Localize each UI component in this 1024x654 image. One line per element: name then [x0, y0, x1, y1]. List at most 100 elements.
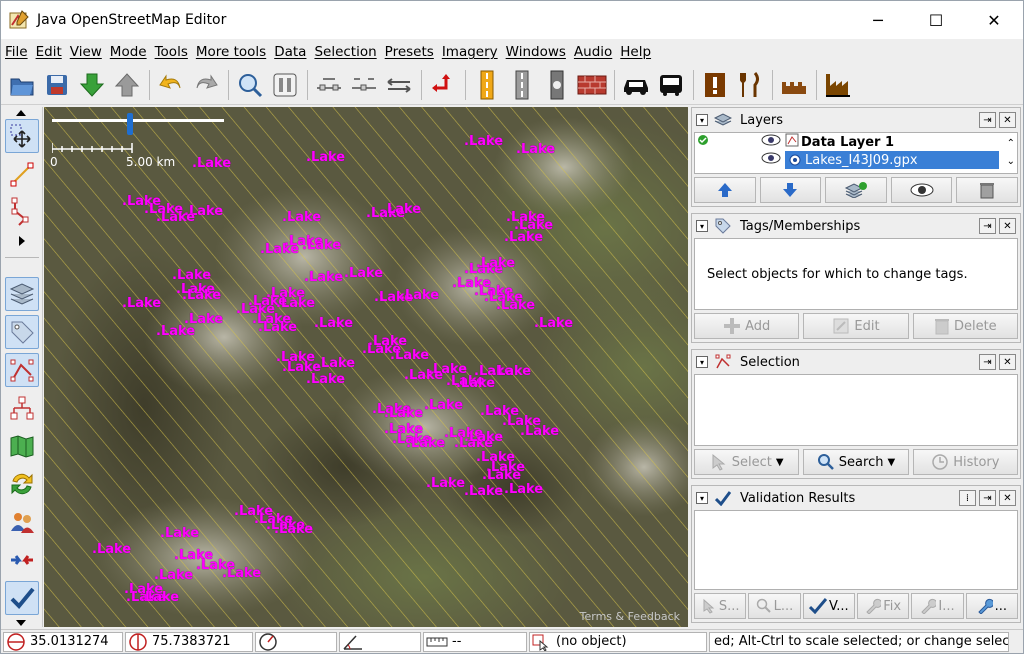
preferences-button[interactable]: [268, 68, 302, 102]
lake-label[interactable]: .Lake: [306, 151, 345, 165]
validation-zoom-button[interactable]: L...: [748, 593, 801, 619]
lake-label[interactable]: .Lake: [154, 569, 193, 583]
lake-label[interactable]: .Lake: [192, 157, 231, 171]
collapse-icon[interactable]: ▾: [696, 220, 708, 232]
split-way-button[interactable]: [312, 68, 346, 102]
lake-label[interactable]: .Lake: [156, 325, 195, 339]
redo-button[interactable]: [189, 68, 223, 102]
select-mode-button[interactable]: [5, 119, 39, 153]
lake-label[interactable]: .Lake: [316, 357, 355, 371]
lake-label[interactable]: .Lake: [306, 373, 345, 387]
lake-label[interactable]: .Lake: [406, 437, 445, 451]
zoom-button[interactable]: [233, 68, 267, 102]
toggle-authors-button[interactable]: [5, 505, 39, 539]
layer-row[interactable]: Data Layer 1: [695, 133, 1017, 151]
menu-data[interactable]: Data: [270, 44, 310, 60]
upload-button[interactable]: [110, 68, 144, 102]
draw-mode-button[interactable]: [5, 157, 39, 191]
layer-list-scroll-icon[interactable]: ⌃ ⌄: [1007, 135, 1015, 171]
maximize-button[interactable]: ☐: [907, 1, 965, 39]
add-tag-button[interactable]: Add: [694, 313, 800, 339]
lake-label[interactable]: .Lake: [464, 135, 503, 149]
lake-label[interactable]: .Lake: [282, 211, 321, 225]
validate-button[interactable]: V...: [802, 593, 855, 619]
menu-mode[interactable]: Mode: [106, 44, 151, 60]
menu-selection[interactable]: Selection: [310, 44, 380, 60]
lake-label[interactable]: .Lake: [258, 321, 297, 335]
menu-presets[interactable]: Presets: [381, 44, 438, 60]
toolbox-scroll-down-icon[interactable]: [15, 617, 27, 627]
visibility-eye-icon[interactable]: [761, 134, 781, 150]
lake-label[interactable]: .Lake: [464, 485, 503, 499]
preset-car-button[interactable]: [619, 68, 653, 102]
toolbox-expand-icon[interactable]: [17, 235, 27, 247]
lake-label[interactable]: .Lake: [304, 271, 343, 285]
improve-way-button[interactable]: [5, 195, 39, 229]
move-layer-down-button[interactable]: [759, 177, 822, 203]
edit-tag-button[interactable]: Edit: [803, 313, 909, 339]
lake-label[interactable]: .Lake: [534, 317, 573, 331]
lake-label[interactable]: .Lake: [92, 543, 131, 557]
toggle-changesets-button[interactable]: [5, 543, 39, 577]
dock-pin-icon[interactable]: ⇥: [979, 354, 996, 370]
history-button[interactable]: History: [912, 449, 1018, 475]
dock-pin-icon[interactable]: ⇥: [979, 218, 996, 234]
dock-pin-icon[interactable]: ⇥: [979, 112, 996, 128]
lake-label[interactable]: .Lake: [160, 527, 199, 541]
select-button[interactable]: Select ▼: [694, 449, 800, 475]
lake-label[interactable]: .Lake: [276, 297, 315, 311]
lake-label[interactable]: .Lake: [400, 289, 439, 303]
lake-label[interactable]: .Lake: [464, 431, 503, 445]
menu-more-tools[interactable]: More tools: [192, 44, 270, 60]
validation-results-list[interactable]: [694, 510, 1018, 590]
menu-audio[interactable]: Audio: [570, 44, 616, 60]
fix-button[interactable]: Fix: [856, 593, 910, 619]
lake-label[interactable]: .Lake: [156, 211, 195, 225]
preset-highway-button[interactable]: [470, 68, 504, 102]
preset-restaurant-button[interactable]: [733, 68, 767, 102]
lake-label[interactable]: .Lake: [314, 317, 353, 331]
lake-label[interactable]: .Lake: [182, 289, 221, 303]
undo-button[interactable]: [154, 68, 188, 102]
toolbox-scroll-up-icon[interactable]: [15, 107, 27, 117]
lake-label[interactable]: .Lake: [520, 425, 559, 439]
preset-track-button[interactable]: [540, 68, 574, 102]
menu-file[interactable]: File: [1, 44, 32, 60]
layer-row[interactable]: Lakes_I43J09.gpx: [695, 151, 1017, 169]
lake-label[interactable]: .Lake: [424, 399, 463, 413]
panel-settings-icon[interactable]: ⁞: [959, 490, 976, 506]
toggle-selection-button[interactable]: [5, 353, 39, 387]
menu-windows[interactable]: Windows: [502, 44, 570, 60]
lake-label[interactable]: .Lake: [302, 239, 341, 253]
selection-list[interactable]: [694, 374, 1018, 446]
lake-label[interactable]: .Lake: [390, 349, 429, 363]
preset-bus-button[interactable]: [654, 68, 688, 102]
zoom-slider-handle[interactable]: [127, 113, 133, 135]
validation-settings-button[interactable]: ...: [965, 593, 1018, 619]
open-file-button[interactable]: [5, 68, 39, 102]
terms-link[interactable]: Terms & Feedback: [580, 610, 680, 623]
lake-label[interactable]: .Lake: [382, 203, 421, 217]
lake-label[interactable]: .Lake: [456, 377, 495, 391]
save-button[interactable]: [40, 68, 74, 102]
lake-label[interactable]: .Lake: [122, 297, 161, 311]
chevron-down-icon[interactable]: ▼: [887, 457, 895, 468]
download-button[interactable]: [75, 68, 109, 102]
menu-edit[interactable]: Edit: [32, 44, 66, 60]
toggle-conflicts-button[interactable]: [5, 467, 39, 501]
menu-help[interactable]: Help: [616, 44, 655, 60]
lake-label[interactable]: .Lake: [492, 365, 531, 379]
activate-layer-button[interactable]: [825, 177, 887, 203]
preset-road-button[interactable]: [505, 68, 539, 102]
selected-layer-cell[interactable]: Lakes_I43J09.gpx: [785, 151, 999, 169]
panel-close-icon[interactable]: ✕: [999, 490, 1016, 506]
toggle-validation-button[interactable]: [5, 581, 39, 615]
lake-label[interactable]: .Lake: [344, 267, 383, 281]
preset-industrial-button[interactable]: [821, 68, 855, 102]
close-button[interactable]: ✕: [965, 1, 1023, 39]
toggle-visibility-button[interactable]: [890, 177, 953, 203]
toggle-map-paint-button[interactable]: [5, 429, 39, 463]
panel-close-icon[interactable]: ✕: [999, 218, 1016, 234]
lake-label[interactable]: .Lake: [482, 469, 521, 483]
preset-info-button[interactable]: [698, 68, 732, 102]
